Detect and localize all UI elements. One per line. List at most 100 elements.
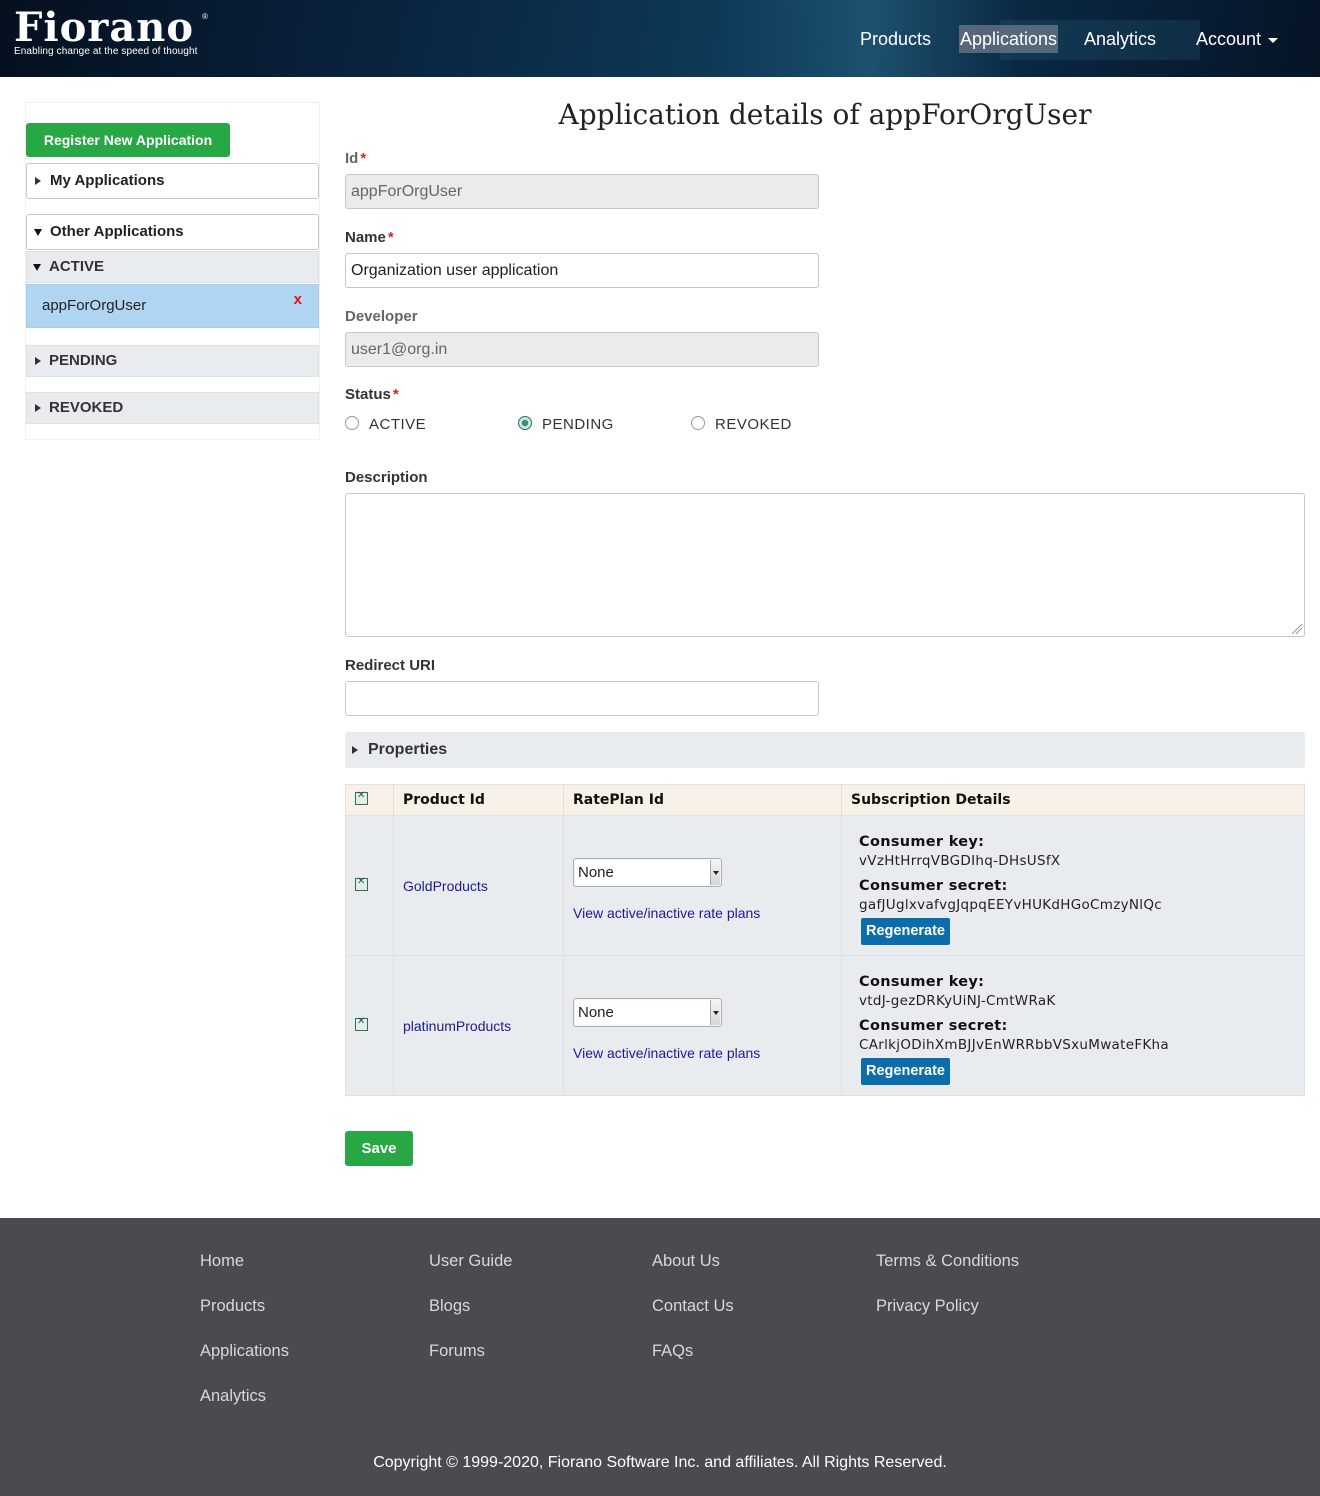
properties-label: Properties [368,741,448,758]
footer-link-contact-us[interactable]: Contact Us [652,1296,734,1341]
rateplan-id-header: RatePlan Id [563,784,842,816]
footer-link-analytics[interactable]: Analytics [200,1386,289,1431]
expand-right-icon [352,746,358,754]
name-label-text: Name [345,229,386,246]
expand-right-icon [35,357,41,365]
status-option-label: ACTIVE [369,416,427,433]
nav-applications[interactable]: Applications [959,25,1059,53]
rateplan-selected: None [578,1004,614,1021]
footer-column-4: Terms & Conditions Privacy Policy [876,1251,1019,1341]
footer-link-about-us[interactable]: About Us [652,1251,734,1296]
page-title: Application details of appForOrgUser [558,98,1092,131]
product-id-header: Product Id [393,784,564,816]
footer-link-privacy[interactable]: Privacy Policy [876,1296,1019,1341]
redirect-uri-label: Redirect URI [345,657,436,674]
top-header: Fiorano ® Enabling change at the speed o… [0,0,1320,77]
row-select-cell [345,955,394,1096]
section-pending-label: PENDING [49,352,118,369]
product-cell: platinumProducts [393,955,564,1096]
status-label: Status * [345,386,399,403]
save-button[interactable]: Save [345,1131,413,1166]
section-revoked-toggle[interactable]: REVOKED [26,392,319,424]
caret-down-icon [1268,37,1279,43]
radio-unchecked-icon [691,416,705,430]
footer-link-applications[interactable]: Applications [200,1341,289,1386]
collapse-down-icon [34,229,42,236]
nav-account[interactable]: Account [1196,25,1279,53]
footer-link-user-guide[interactable]: User Guide [429,1251,512,1296]
footer-column-2: User Guide Blogs Forums [429,1251,512,1386]
regenerate-button[interactable]: Regenerate [861,918,950,945]
fiorano-logo[interactable]: Fiorano ® Enabling change at the speed o… [14,4,208,58]
registered-mark-icon: ® [202,12,208,21]
product-cell: GoldProducts [393,815,564,956]
sidebar-app-name: appForOrgUser [42,297,147,314]
footer-link-home[interactable]: Home [200,1251,289,1296]
nav-account-label: Account [1196,29,1262,49]
view-rate-plans-link[interactable]: View active/inactive rate plans [573,1045,841,1061]
consumer-key-label: Consumer key: [859,834,985,850]
sidebar-app-item[interactable]: appForOrgUser x [26,284,319,328]
section-active-label: ACTIVE [49,258,105,275]
nav-analytics[interactable]: Analytics [1084,25,1156,53]
other-applications-toggle[interactable]: Other Applications [26,214,319,250]
footer-link-blogs[interactable]: Blogs [429,1296,512,1341]
subscription-cell: Consumer key: vVzHtHrrqVBGDIhq-DHsUSfX C… [841,815,1305,956]
checkbox-icon[interactable] [355,1016,368,1031]
status-label-text: Status [345,386,391,403]
required-marker: * [387,229,394,246]
product-link[interactable]: platinumProducts [403,1018,511,1034]
product-link[interactable]: GoldProducts [403,878,488,894]
rateplan-select[interactable]: None [573,858,722,887]
chevron-down-icon [710,1000,720,1025]
my-applications-toggle[interactable]: My Applications [26,163,319,199]
resize-grip-icon[interactable] [1292,624,1302,634]
my-applications-label: My Applications [50,172,165,189]
footer-link-forums[interactable]: Forums [429,1341,512,1386]
expand-right-icon [35,177,41,185]
footer-column-3: About Us Contact Us FAQs [652,1251,734,1386]
logo-tagline: Enabling change at the speed of thought [14,46,198,57]
consumer-secret-label: Consumer secret: [859,878,1008,894]
select-all-header[interactable] [345,784,394,816]
description-textarea[interactable] [345,493,1305,637]
required-marker: * [392,386,399,403]
checkbox-icon[interactable] [355,876,368,891]
section-active-toggle[interactable]: ACTIVE [26,251,319,283]
section-pending-toggle[interactable]: PENDING [26,345,319,377]
section-revoked-label: REVOKED [49,399,124,416]
rateplan-cell: None View active/inactive rate plans [563,955,842,1096]
collapse-down-icon [33,264,41,271]
radio-checked-icon [518,416,532,430]
logo-wordmark: Fiorano [14,4,195,51]
footer-link-products[interactable]: Products [200,1296,289,1341]
properties-toggle[interactable]: Properties [345,732,1305,768]
regenerate-button[interactable]: Regenerate [861,1058,950,1085]
status-option-label: PENDING [542,416,614,433]
rateplan-selected: None [578,864,614,881]
name-label: Name * [345,229,394,246]
checkbox-icon[interactable] [355,790,368,805]
subscription-cell: Consumer key: vtdJ-gezDRKyUiNJ-CmtWRaK C… [841,955,1305,1096]
row-select-cell [345,815,394,956]
register-new-application-button[interactable]: Register New Application [26,123,230,157]
subscriptions-table: Product Id RatePlan Id Subscription Deta… [345,784,1305,1096]
nav-products[interactable]: Products [860,25,931,53]
name-field[interactable]: Organization user application [345,253,819,288]
footer-link-terms[interactable]: Terms & Conditions [876,1251,1019,1296]
footer-link-faqs[interactable]: FAQs [652,1341,734,1386]
delete-app-icon[interactable]: x [294,279,302,321]
rateplan-select[interactable]: None [573,998,722,1027]
redirect-uri-field[interactable] [345,681,819,716]
consumer-key-value: vVzHtHrrqVBGDIhq-DHsUSfX [859,853,1061,869]
page-footer: Home Products Applications Analytics Use… [0,1218,1320,1496]
rateplan-cell: None View active/inactive rate plans [563,815,842,956]
view-rate-plans-link[interactable]: View active/inactive rate plans [573,905,841,921]
description-label: Description [345,469,428,486]
consumer-secret-value: gafJUglxvafvgJqpqEEYvHUKdHGoCmzyNlQc [859,897,1163,913]
expand-right-icon [35,404,41,412]
required-marker: * [360,150,367,167]
copyright-text: Copyright © 1999-2020, Fiorano Software … [373,1454,947,1471]
consumer-secret-value: CArlkjODihXmBJJvEnWRRbbVSxuMwateFKha [859,1037,1169,1053]
id-label: Id * [345,150,366,167]
